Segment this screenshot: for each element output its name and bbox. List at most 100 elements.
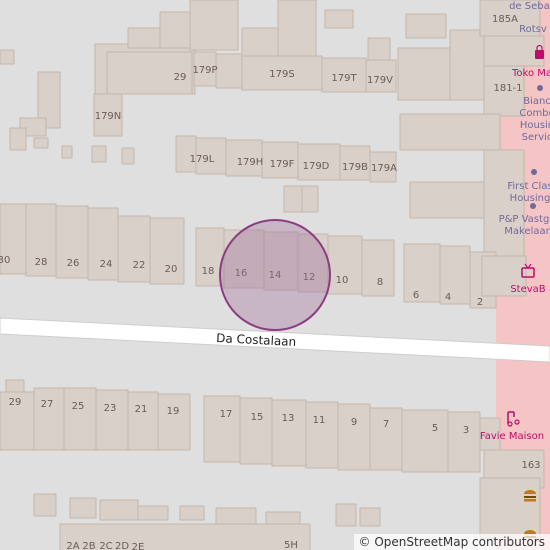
poi-label[interactable]: StevaB <box>510 284 545 295</box>
house-number: 22 <box>133 260 146 271</box>
poi-label[interactable]: Toko Ma <box>511 68 550 79</box>
building <box>239 397 273 465</box>
house-number: 23 <box>104 403 117 414</box>
building <box>99 499 139 521</box>
house-number: 26 <box>67 258 80 269</box>
building <box>33 387 65 451</box>
house-number: 2A <box>66 541 79 550</box>
office-dot-icon[interactable] <box>530 203 536 209</box>
poi-label[interactable]: Servic <box>522 132 550 143</box>
house-number: 2C <box>99 541 112 550</box>
house-number: 7 <box>383 419 389 430</box>
poi-label[interactable]: Rotsv <box>519 24 547 35</box>
house-number: 21 <box>135 404 148 415</box>
house-number: 10 <box>336 275 349 286</box>
building <box>305 401 339 469</box>
house-number: 179D <box>303 161 330 172</box>
building <box>483 149 525 261</box>
building <box>69 497 97 519</box>
house-number: 18 <box>202 266 215 277</box>
map-canvas[interactable]: 29 179P 179S 179T 179V 179N 179L 179H 17… <box>0 0 550 550</box>
office-dot-icon[interactable] <box>537 85 543 91</box>
house-number: 179H <box>237 157 264 168</box>
building <box>157 393 191 451</box>
building <box>324 9 354 29</box>
building <box>277 0 317 63</box>
building <box>95 389 129 451</box>
building <box>127 27 161 49</box>
building <box>359 507 381 527</box>
poi-label[interactable]: Favie Maison <box>480 431 544 442</box>
house-number: 3 <box>463 425 469 436</box>
house-number: 29 <box>9 397 22 408</box>
building <box>159 11 191 49</box>
poi-label[interactable]: Makelaar <box>504 226 550 237</box>
house-number: 5 <box>432 423 438 434</box>
house-number: 8 <box>377 277 383 288</box>
poi-label[interactable]: de Sebas <box>509 1 550 12</box>
house-number: 185A <box>492 14 518 25</box>
office-dot-icon[interactable] <box>531 169 537 175</box>
map-view[interactable]: 29 179P 179S 179T 179V 179N 179L 179H 17… <box>0 0 550 550</box>
building <box>91 145 107 163</box>
building <box>337 403 371 471</box>
house-number: 179V <box>367 75 393 86</box>
house-number: 17 <box>220 409 233 420</box>
building <box>301 185 319 213</box>
house-number: 29 <box>174 72 187 83</box>
map-attribution[interactable]: © OpenStreetMap contributors <box>353 534 550 550</box>
house-number: 2B <box>82 541 95 550</box>
building <box>121 147 135 165</box>
poi-label[interactable]: Combo <box>519 108 550 119</box>
building <box>63 387 97 451</box>
location-marker[interactable] <box>219 219 331 331</box>
poi-label[interactable]: P&P Vastgo <box>499 214 550 225</box>
house-number: 2D <box>115 541 129 550</box>
house-number: 179L <box>190 154 215 165</box>
house-number: 20 <box>165 264 178 275</box>
building <box>0 49 15 65</box>
house-number: 181-1 <box>493 83 522 94</box>
building <box>447 411 481 473</box>
poi-label[interactable]: Housing <box>510 193 550 204</box>
house-number: 27 <box>41 399 54 410</box>
building <box>215 53 243 89</box>
house-number: 25 <box>72 401 85 412</box>
house-number: 13 <box>282 413 295 424</box>
building <box>203 395 241 463</box>
building <box>127 391 159 451</box>
house-number: 163 <box>521 460 540 471</box>
building <box>367 37 391 63</box>
building <box>369 407 403 471</box>
house-number: 179B <box>342 162 368 173</box>
house-number: 9 <box>351 417 357 428</box>
house-number: 179F <box>270 159 295 170</box>
building <box>137 505 169 521</box>
building <box>479 477 541 539</box>
building <box>33 137 49 149</box>
house-number: 2E <box>132 542 145 550</box>
building <box>59 523 311 550</box>
building <box>61 145 73 159</box>
poi-label[interactable]: Housin <box>520 120 550 131</box>
house-number: 19 <box>167 406 180 417</box>
building <box>283 185 303 213</box>
street-label: Da Costalaan <box>216 331 297 349</box>
building <box>9 127 27 151</box>
building <box>241 27 283 57</box>
house-number: 5H <box>284 540 298 550</box>
house-number: 179P <box>192 65 217 76</box>
house-number: 179A <box>371 163 397 174</box>
building <box>401 409 449 473</box>
building <box>117 215 151 283</box>
building <box>271 399 307 467</box>
building <box>179 505 205 521</box>
building <box>403 243 441 303</box>
house-number: 179N <box>95 111 122 122</box>
house-number: 179T <box>331 73 357 84</box>
poi-label[interactable]: First Clas <box>507 181 550 192</box>
poi-label[interactable]: Bianc <box>523 96 550 107</box>
building <box>335 503 357 527</box>
building <box>405 13 447 39</box>
building <box>399 113 501 151</box>
